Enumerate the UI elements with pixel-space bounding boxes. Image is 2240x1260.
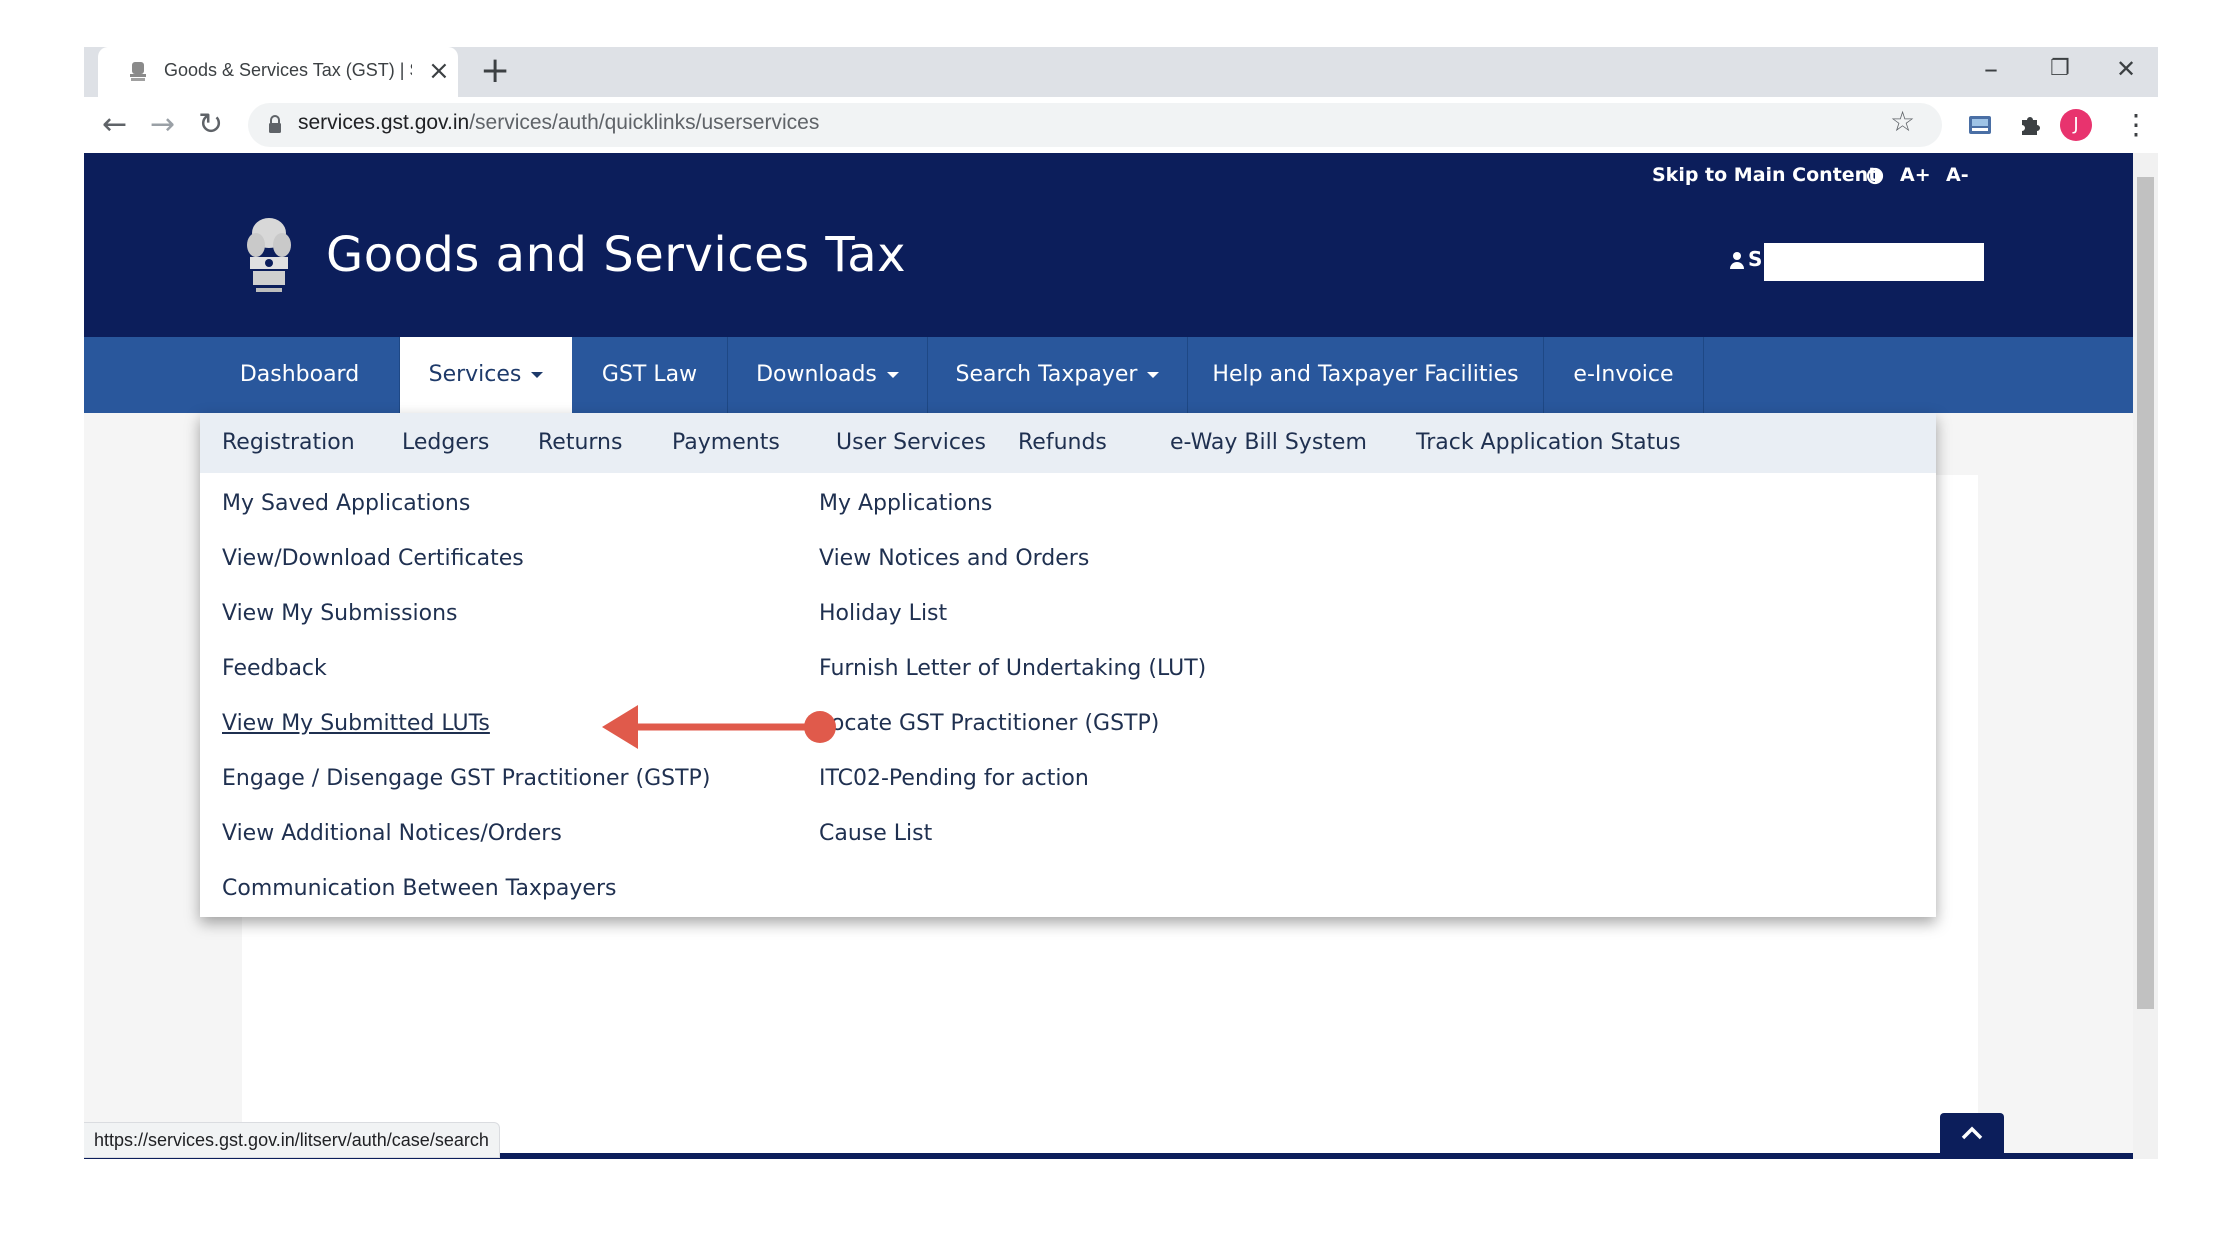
nav-gst-law-label: GST Law: [601, 362, 698, 387]
nav-search-taxpayer[interactable]: Search Taxpayer: [928, 337, 1188, 413]
bookmark-star-icon[interactable]: ☆: [1890, 105, 1915, 138]
chevron-down-icon: [531, 372, 544, 378]
menu-link[interactable]: ITC02-Pending for action: [819, 766, 1089, 791]
menu-link[interactable]: Feedback: [222, 656, 327, 681]
chevron-down-icon: [886, 372, 899, 378]
subnav-registration[interactable]: Registration: [222, 413, 355, 473]
redaction-box: [1764, 243, 1984, 281]
menu-link[interactable]: Furnish Letter of Undertaking (LUT): [819, 656, 1206, 681]
nav-help-taxpayer-facilities[interactable]: Help and Taxpayer Facilities: [1188, 337, 1544, 413]
site-header: Goods and Services Tax S: [84, 199, 2133, 337]
close-window-button[interactable]: ✕: [2116, 49, 2136, 89]
extension-image-icon[interactable]: [1966, 111, 1994, 139]
back-to-top-button[interactable]: [1940, 1113, 2004, 1153]
menu-link[interactable]: View Notices and Orders: [819, 546, 1089, 571]
menu-link[interactable]: Cause List: [819, 821, 932, 846]
skip-to-main-link[interactable]: Skip to Main Content: [1652, 164, 1877, 186]
new-tab-button[interactable]: +: [480, 51, 510, 91]
main-nav: Dashboard Services GST Law Downloads Sea…: [84, 337, 2133, 413]
user-name: S: [1748, 247, 1763, 271]
nav-e-invoice-label: e-Invoice: [1573, 362, 1674, 387]
menu-link[interactable]: Communication Between Taxpayers: [222, 876, 616, 901]
tab-close-icon[interactable]: ×: [428, 54, 450, 88]
address-bar[interactable]: services.gst.gov.in/services/auth/quickl…: [248, 103, 1942, 147]
subnav-track-application-status[interactable]: Track Application Status: [1416, 413, 1681, 473]
browser-window: Goods & Services Tax (GST) | Services × …: [84, 47, 2158, 1159]
contrast-icon[interactable]: [1866, 167, 1884, 185]
nav-gst-law[interactable]: GST Law: [572, 337, 728, 413]
menu-link[interactable]: Holiday List: [819, 601, 947, 626]
site-title: Goods and Services Tax: [326, 227, 907, 283]
extensions-puzzle-icon[interactable]: [2016, 111, 2044, 139]
scrollbar-thumb[interactable]: [2137, 177, 2154, 1009]
subnav-ledgers[interactable]: Ledgers: [402, 413, 489, 473]
menu-link[interactable]: View Additional Notices/Orders: [222, 821, 562, 846]
services-dropdown: Registration Ledgers Returns Payments Us…: [200, 413, 1936, 917]
services-subnav: Registration Ledgers Returns Payments Us…: [200, 413, 1936, 473]
menu-link[interactable]: View My Submissions: [222, 601, 458, 626]
back-button[interactable]: ←: [102, 105, 127, 145]
subnav-user-services[interactable]: User Services: [836, 413, 986, 473]
national-emblem-icon: [247, 218, 291, 292]
subnav-refunds[interactable]: Refunds: [1018, 413, 1107, 473]
profile-avatar[interactable]: J: [2060, 109, 2092, 141]
view-submitted-luts-link[interactable]: View My Submitted LUTs: [222, 711, 490, 736]
url-path: /services/auth/quicklinks/userservices: [469, 111, 820, 134]
accessibility-bar: Skip to Main Content A+ A-: [84, 153, 2133, 199]
menu-link[interactable]: My Applications: [819, 491, 992, 516]
chevron-up-icon: [1961, 1126, 1983, 1140]
minimize-button[interactable]: –: [1984, 49, 1998, 89]
lock-icon: [269, 115, 281, 133]
reload-button[interactable]: ↻: [198, 105, 223, 145]
nav-downloads[interactable]: Downloads: [728, 337, 928, 413]
forward-button[interactable]: →: [150, 105, 175, 145]
nav-help-label: Help and Taxpayer Facilities: [1212, 362, 1519, 387]
nav-e-invoice[interactable]: e-Invoice: [1544, 337, 1704, 413]
status-bar: https://services.gst.gov.in/litserv/auth…: [84, 1122, 500, 1158]
nav-downloads-label: Downloads: [756, 362, 877, 387]
subnav-returns[interactable]: Returns: [538, 413, 622, 473]
user-icon: [1730, 252, 1744, 269]
nav-services[interactable]: Services: [400, 337, 572, 413]
annotation-arrow-icon: [602, 705, 836, 749]
nav-search-taxpayer-label: Search Taxpayer: [955, 362, 1138, 387]
nav-services-label: Services: [428, 362, 522, 387]
url-text: services.gst.gov.in/services/auth/quickl…: [298, 111, 819, 135]
chevron-down-icon: [1147, 372, 1160, 378]
nav-dashboard[interactable]: Dashboard: [200, 337, 400, 413]
menu-link[interactable]: Engage / Disengage GST Practitioner (GST…: [222, 766, 710, 791]
restore-button[interactable]: ❐: [2050, 49, 2070, 89]
nav-dashboard-label: Dashboard: [239, 362, 360, 387]
subnav-e-way-bill[interactable]: e-Way Bill System: [1170, 413, 1367, 473]
browser-menu-icon[interactable]: ⋮: [2122, 105, 2150, 145]
menu-link[interactable]: View/Download Certificates: [222, 546, 524, 571]
browser-toolbar: ← → ↻ services.gst.gov.in/services/auth/…: [84, 97, 2158, 153]
font-decrease-button[interactable]: A-: [1946, 164, 1969, 186]
browser-tab[interactable]: Goods & Services Tax (GST) | Services ×: [98, 47, 458, 97]
url-host: services.gst.gov.in: [298, 111, 470, 134]
menu-link[interactable]: Locate GST Practitioner (GSTP): [819, 711, 1159, 736]
tab-title: Goods & Services Tax (GST) | Services: [164, 60, 412, 80]
font-increase-button[interactable]: A+: [1900, 164, 1931, 186]
menu-link[interactable]: My Saved Applications: [222, 491, 470, 516]
page-scrollbar[interactable]: [2133, 153, 2158, 1159]
emblem-favicon-icon: [130, 62, 146, 81]
subnav-payments[interactable]: Payments: [672, 413, 780, 473]
tab-strip: Goods & Services Tax (GST) | Services × …: [84, 47, 2158, 97]
page-viewport: Skip to Main Content A+ A- Goods and Ser…: [84, 153, 2133, 1159]
